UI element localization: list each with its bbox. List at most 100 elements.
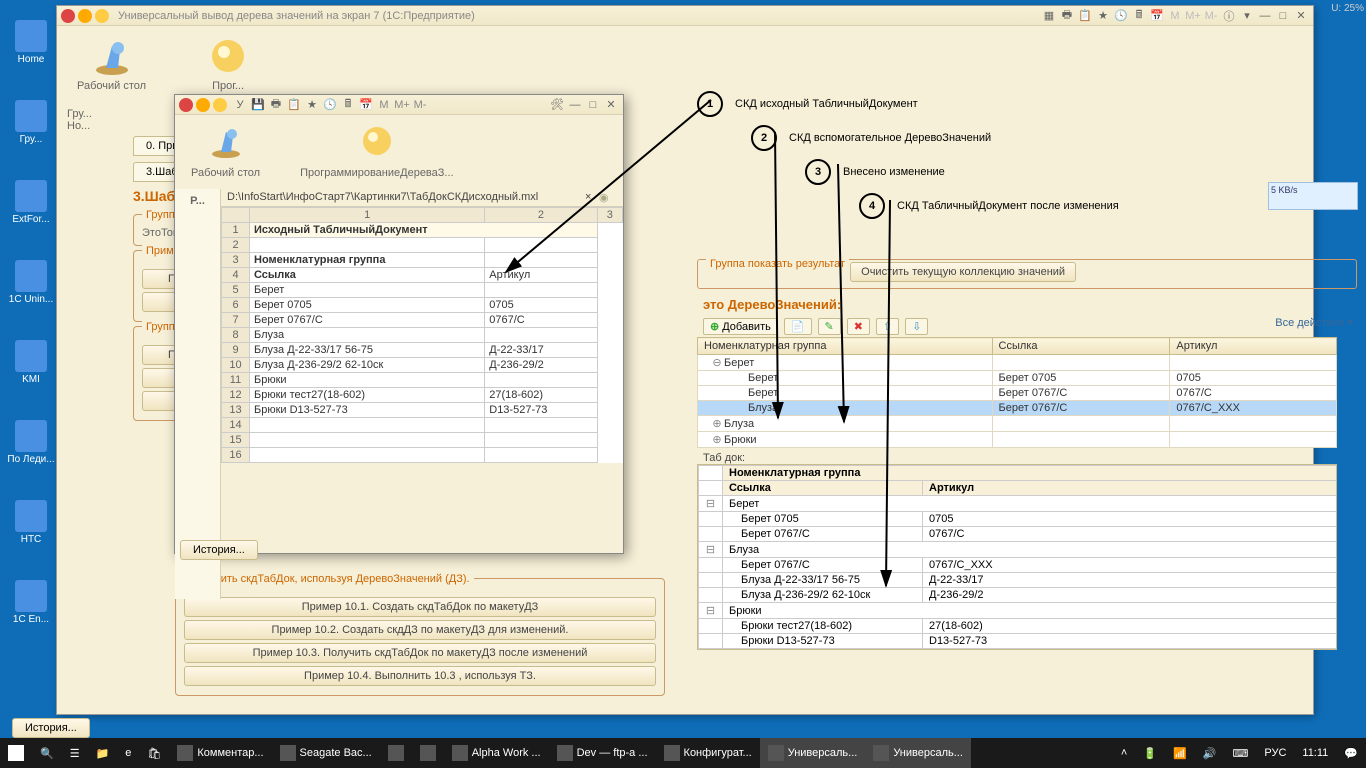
history-button[interactable]: История...: [180, 540, 258, 560]
tabdok-row[interactable]: Берет 0767/С0767/С_XXX: [699, 558, 1338, 573]
tb-icon[interactable]: 🕓: [1113, 9, 1129, 23]
tb-icon[interactable]: ▦: [1041, 9, 1057, 23]
action-button[interactable]: Пример 10.1. Создать скдТабДок по макету…: [184, 597, 656, 617]
search-icon[interactable]: 🔍: [32, 738, 62, 768]
tree-row[interactable]: ⊕Брюки: [698, 432, 1337, 448]
menu-icon[interactable]: ◉: [599, 191, 617, 204]
action-button[interactable]: Пример 10.2. Создать скдДЗ по макетуДЗ д…: [184, 620, 656, 640]
tabdok-row[interactable]: ⊟Берет: [699, 496, 1338, 512]
spreadsheet[interactable]: 123 1Исходный ТабличныйДокумент23Номенкл…: [221, 207, 623, 463]
taskbar-item[interactable]: Alpha Work ...: [444, 738, 549, 768]
tb-icon[interactable]: ★: [1095, 9, 1111, 23]
tabdok-row[interactable]: Берет 07050705: [699, 512, 1338, 527]
all-actions[interactable]: Все действия ▾: [1275, 316, 1353, 329]
desktop-icon[interactable]: KMI: [6, 340, 56, 385]
tabdok-row[interactable]: Берет 0767/С0767/С: [699, 527, 1338, 542]
tb-icon[interactable]: 📅: [1149, 9, 1165, 23]
lang-indicator[interactable]: РУС: [1256, 738, 1294, 768]
taskbar-item[interactable]: [380, 738, 412, 768]
close-tab-icon[interactable]: ×: [585, 191, 599, 204]
battery-icon[interactable]: 🔋: [1135, 738, 1165, 768]
calc-icon[interactable]: 🖩: [340, 98, 356, 112]
cal-icon[interactable]: 📅: [358, 98, 374, 112]
taskbar-item[interactable]: Универсаль...: [865, 738, 971, 768]
minimize-button[interactable]: —: [1257, 9, 1273, 23]
notif-icon[interactable]: 💬: [1336, 738, 1366, 768]
action-button[interactable]: Пример 10.3. Получить скдТабДок по макет…: [184, 643, 656, 663]
tree-row[interactable]: ⊖Берет: [698, 355, 1337, 371]
taskbar-item[interactable]: Комментар...: [169, 738, 271, 768]
close-button[interactable]: ✕: [1293, 9, 1309, 23]
prog-section[interactable]: ПрограммированиеДереваЗ...: [300, 121, 454, 183]
up-button[interactable]: ⇧: [876, 318, 899, 335]
history-button[interactable]: История...: [12, 718, 90, 738]
m-label[interactable]: M: [376, 98, 392, 112]
file-tab[interactable]: D:\InfoStart\ИнфоСтарт7\Картинки7\ТабДок…: [221, 189, 623, 207]
maximize-button[interactable]: □: [1275, 9, 1291, 23]
clear-button[interactable]: Очистить текущую коллекцию значений: [850, 262, 1076, 282]
tb-icon[interactable]: 📋: [286, 98, 302, 112]
btn-icon[interactable]: [196, 98, 210, 112]
star-icon[interactable]: [95, 9, 109, 23]
taskbar-item[interactable]: Dev — ftp-a ...: [549, 738, 656, 768]
tree-row[interactable]: БлузаБерет 0767/С0767/С_XXX: [698, 401, 1337, 416]
tree-row[interactable]: БеретБерет 0767/С0767/С: [698, 386, 1337, 401]
tray-expand-icon[interactable]: ˄: [1113, 738, 1135, 768]
desktop-icon[interactable]: ExtFor...: [6, 180, 56, 225]
desktop-section[interactable]: Рабочий стол: [77, 34, 146, 93]
action-button[interactable]: Пример 10.4. Выполнить 10.3 , используя …: [184, 666, 656, 686]
desktop-icon[interactable]: 1C Unin...: [6, 260, 56, 305]
minimize-button[interactable]: —: [567, 98, 583, 112]
tb-icon[interactable]: 🖶: [1059, 9, 1075, 23]
copy-button[interactable]: 📄: [784, 318, 812, 335]
delete-button[interactable]: ✖: [847, 318, 870, 335]
taskbar-item[interactable]: Конфигурат...: [656, 738, 760, 768]
mminus-label[interactable]: M-: [412, 98, 428, 112]
taskbar-item[interactable]: [412, 738, 444, 768]
tabdok-row[interactable]: ⊟Брюки: [699, 603, 1338, 619]
start-button[interactable]: [0, 738, 32, 768]
taskview-icon[interactable]: ☰: [62, 738, 88, 768]
close-button[interactable]: ✕: [603, 98, 619, 112]
folder-icon[interactable]: 📁: [88, 738, 118, 768]
print-icon[interactable]: 🖶: [268, 98, 284, 112]
desktop-icon[interactable]: Home: [6, 20, 56, 65]
edge-icon[interactable]: e: [117, 738, 139, 768]
tabdok-grid[interactable]: Номенклатурная группа СсылкаАртикул ⊟Бер…: [698, 465, 1337, 649]
taskbar-item[interactable]: Универсаль...: [760, 738, 866, 768]
tree-row[interactable]: ⊕Блуза: [698, 416, 1337, 432]
help-icon[interactable]: ⓘ: [1221, 9, 1237, 23]
desktop-icon[interactable]: 1C En...: [6, 580, 56, 625]
wifi-icon[interactable]: 📶: [1165, 738, 1195, 768]
store-icon[interactable]: 🛍: [139, 738, 169, 768]
edit-button[interactable]: ✎: [818, 318, 841, 335]
tb-icon[interactable]: 📋: [1077, 9, 1093, 23]
down-button[interactable]: ⇩: [905, 318, 928, 335]
desktop-icon[interactable]: По Леди...: [6, 420, 56, 465]
clock[interactable]: 11:11: [1294, 738, 1336, 768]
taskbar[interactable]: 🔍 ☰ 📁 e 🛍 Комментар...Seagate Bac... Alph…: [0, 738, 1366, 768]
save-icon[interactable]: 💾: [250, 98, 266, 112]
mplus-label[interactable]: M+: [394, 98, 410, 112]
tabdok-row[interactable]: Блуза Д-236-29/2 62-10скД-236-29/2: [699, 588, 1338, 603]
desktop-icon[interactable]: Гру...: [6, 100, 56, 145]
desktop-section[interactable]: Рабочий стол: [191, 121, 260, 183]
tb-icon[interactable]: 🕓: [322, 98, 338, 112]
tb-icon[interactable]: 🖩: [1131, 9, 1147, 23]
desktop-icon[interactable]: HTC: [6, 500, 56, 545]
maximize-button[interactable]: □: [585, 98, 601, 112]
tb-icon[interactable]: У: [232, 98, 248, 112]
minimize-icon[interactable]: [78, 9, 92, 23]
dropdown-icon[interactable]: ▾: [1239, 9, 1255, 23]
prog-section[interactable]: Прог...: [206, 34, 250, 93]
add-button[interactable]: ⊕Добавить: [703, 318, 778, 335]
star-icon[interactable]: [213, 98, 227, 112]
tree-grid[interactable]: Номенклатурная группаСсылкаАртикул ⊖Бере…: [697, 337, 1337, 448]
tb-icon[interactable]: ★: [304, 98, 320, 112]
keyboard-icon[interactable]: ⌨: [1224, 738, 1256, 768]
tabdok-row[interactable]: Блуза Д-22-33/17 56-75Д-22-33/17: [699, 573, 1338, 588]
tabdok-row[interactable]: Брюки тест27(18-602)27(18-602): [699, 619, 1338, 634]
volume-icon[interactable]: 🔊: [1195, 738, 1225, 768]
tabdok-row[interactable]: ⊟Блуза: [699, 542, 1338, 558]
taskbar-item[interactable]: Seagate Bac...: [272, 738, 380, 768]
